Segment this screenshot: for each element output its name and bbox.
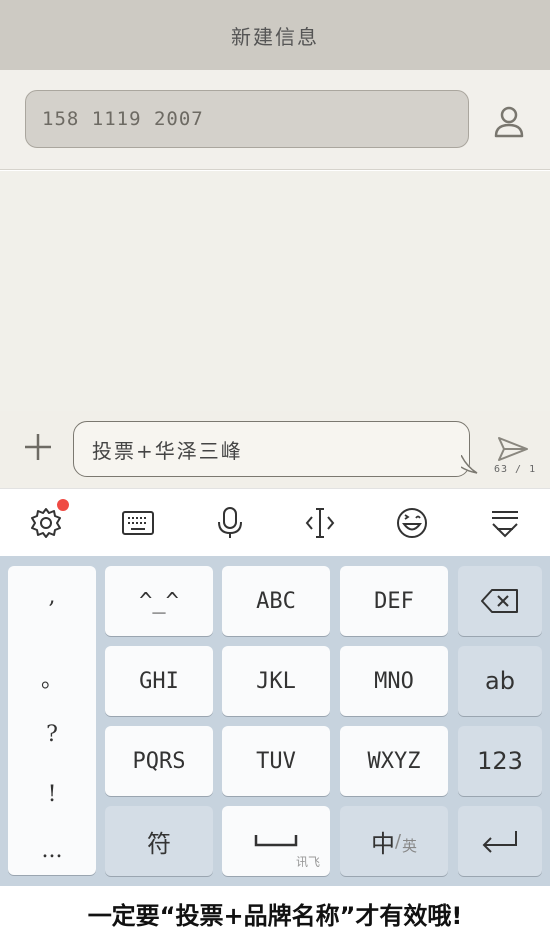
punct-exclaim[interactable]: ! bbox=[8, 782, 96, 807]
key-1-emoticon[interactable]: ^_^ bbox=[105, 566, 213, 636]
gear-icon[interactable] bbox=[28, 505, 64, 541]
cursor-icon[interactable] bbox=[302, 505, 338, 541]
enter-key[interactable] bbox=[458, 806, 542, 876]
keyboard-icon[interactable] bbox=[120, 505, 156, 541]
punctuation-column[interactable]: , 。 ? ! ... bbox=[8, 566, 96, 875]
lang-separator: / bbox=[394, 830, 402, 852]
key-9-wxyz[interactable]: WXYZ bbox=[340, 726, 448, 796]
emoji-icon[interactable] bbox=[394, 505, 430, 541]
number-mode-key[interactable]: 123 bbox=[458, 726, 542, 796]
recipient-value: 158 1119 2007 bbox=[42, 108, 204, 130]
key-6-mno[interactable]: MNO bbox=[340, 646, 448, 716]
key-2-abc[interactable]: ABC bbox=[222, 566, 330, 636]
contact-icon[interactable] bbox=[490, 103, 528, 141]
symbol-key[interactable]: 符 bbox=[105, 806, 213, 876]
key-7-pqrs[interactable]: PQRS bbox=[105, 726, 213, 796]
ime-toolbar bbox=[0, 488, 550, 556]
key-5-jkl[interactable]: JKL bbox=[222, 646, 330, 716]
char-counter: 63 / 1 bbox=[494, 464, 537, 475]
hide-keyboard-icon[interactable] bbox=[487, 505, 523, 541]
send-icon[interactable] bbox=[497, 435, 529, 463]
microphone-icon[interactable] bbox=[212, 505, 248, 541]
backspace-icon bbox=[481, 589, 518, 613]
instruction-caption: 一定要“投票+品牌名称”才有效哦! bbox=[0, 886, 550, 941]
language-switch-key[interactable]: 中 / 英 bbox=[340, 806, 448, 876]
compose-bar: 投票+华泽三峰 63 / 1 bbox=[0, 411, 550, 488]
key-8-tuv[interactable]: TUV bbox=[222, 726, 330, 796]
punct-ellipsis[interactable]: ... bbox=[8, 838, 96, 863]
bubble-tail-icon bbox=[461, 455, 478, 474]
t9-keyboard: , 。 ? ! ... ^_^ ABC DEF GHI JKL MNO ab P… bbox=[0, 556, 550, 886]
english-mode-key[interactable]: ab bbox=[458, 646, 542, 716]
lang-main-label: 中 bbox=[370, 829, 395, 858]
punct-question[interactable]: ? bbox=[8, 722, 96, 747]
key-4-ghi[interactable]: GHI bbox=[105, 646, 213, 716]
title-bar: 新建信息 bbox=[0, 0, 550, 70]
recipient-input[interactable]: 158 1119 2007 bbox=[25, 90, 469, 148]
recipient-area: 158 1119 2007 bbox=[0, 70, 550, 170]
message-area bbox=[0, 171, 550, 411]
space-icon bbox=[254, 835, 298, 847]
punct-comma[interactable]: , bbox=[8, 584, 96, 609]
enter-icon bbox=[482, 831, 517, 853]
message-text: 投票+华泽三峰 bbox=[92, 438, 243, 463]
lang-alt-label: 英 bbox=[402, 836, 418, 855]
add-attachment-icon[interactable] bbox=[22, 431, 54, 463]
caption-text: 一定要“投票+品牌名称”才有效哦! bbox=[87, 902, 463, 930]
backspace-key[interactable] bbox=[458, 566, 542, 636]
punct-period[interactable]: 。 bbox=[8, 662, 96, 694]
message-input[interactable]: 投票+华泽三峰 bbox=[73, 421, 470, 477]
key-3-def[interactable]: DEF bbox=[340, 566, 448, 636]
notification-dot bbox=[57, 499, 69, 511]
page-title: 新建信息 bbox=[231, 24, 319, 49]
ime-brand-label: 讯飞 bbox=[295, 855, 320, 869]
space-key[interactable]: 讯飞 bbox=[222, 806, 330, 876]
